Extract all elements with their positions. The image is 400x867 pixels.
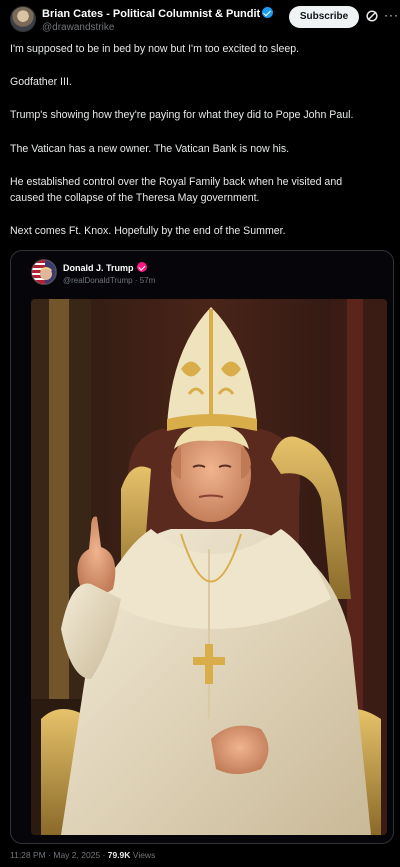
grok-icon[interactable] [365, 9, 379, 23]
quoted-author-avatar[interactable] [31, 259, 57, 285]
more-options-icon[interactable]: ··· [384, 8, 399, 22]
post-date[interactable]: May 2, 2025 [53, 850, 100, 860]
post-header: Brian Cates - Political Columnist & Pund… [10, 6, 398, 36]
post-paragraph: I'm supposed to be in bed by now but I'm… [10, 43, 300, 55]
views-label: Views [132, 850, 156, 860]
post-paragraph: Godfather III. [10, 76, 72, 88]
post-paragraph: Trump's showing how they're paying for w… [10, 109, 354, 121]
quoted-author-name-text[interactable]: Donald J. Trump [63, 263, 134, 273]
post-time[interactable]: 11:28 PM [10, 850, 46, 860]
quoted-author-name[interactable]: Donald J. Trump [63, 262, 147, 273]
author-name[interactable]: Brian Cates - Political Columnist & Pund… [42, 7, 274, 20]
post-paragraph: The Vatican has a new owner. The Vatican… [10, 143, 290, 155]
author-avatar[interactable] [10, 6, 36, 32]
verified-badge-icon [136, 262, 147, 272]
post-paragraph: caused the collapse of the Theresa May g… [10, 192, 260, 204]
quoted-post-image[interactable] [31, 299, 387, 835]
meta-separator: · [102, 850, 106, 860]
author-name-text[interactable]: Brian Cates - Political Columnist & Pund… [42, 8, 260, 20]
author-handle[interactable]: @drawandstrike [42, 22, 114, 33]
quoted-author-handle[interactable]: @realDonaldTrump · 57m [63, 276, 155, 285]
post-paragraph: Next comes Ft. Knox. Hopefully by the en… [10, 225, 286, 237]
meta-separator: · [48, 850, 51, 860]
quoted-time-ago[interactable]: 57m [140, 276, 156, 285]
quoted-post-card[interactable]: Donald J. Trump @realDonaldTrump · 57m [10, 250, 394, 844]
quoted-handle-text[interactable]: @realDonaldTrump [63, 276, 133, 285]
views-count[interactable]: 79.9K [108, 850, 131, 860]
subscribe-button[interactable]: Subscribe [289, 6, 359, 28]
verified-badge-icon [262, 7, 274, 18]
post-meta: 11:28 PM · May 2, 2025 · 79.9K Views [10, 850, 155, 860]
post-paragraph: He established control over the Royal Fa… [10, 176, 343, 188]
